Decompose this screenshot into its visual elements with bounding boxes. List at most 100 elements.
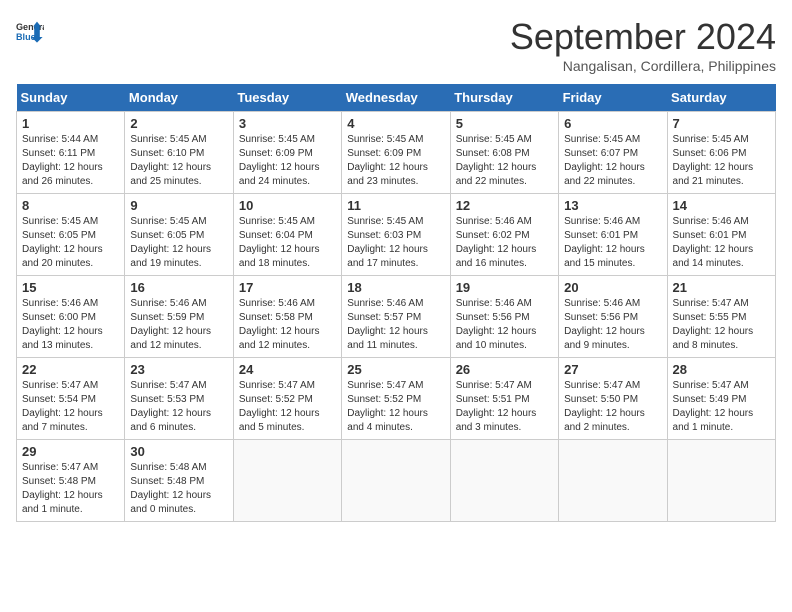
calendar-cell: 21 Sunrise: 5:47 AM Sunset: 5:55 PM Dayli…	[667, 276, 775, 358]
day-info: Sunrise: 5:47 AM Sunset: 5:52 PM Dayligh…	[347, 379, 444, 435]
day-number: 18	[347, 280, 444, 295]
calendar-cell: 16 Sunrise: 5:46 AM Sunset: 5:59 PM Dayli…	[125, 276, 233, 358]
day-info: Sunrise: 5:45 AM Sunset: 6:09 PM Dayligh…	[347, 133, 444, 189]
calendar-cell: 30Sunrise: 5:48 AM Sunset: 5:48 PM Dayli…	[125, 440, 233, 522]
calendar-cell	[233, 440, 341, 522]
calendar-cell: 2Sunrise: 5:45 AM Sunset: 6:10 PM Daylig…	[125, 112, 233, 194]
day-number: 23	[130, 362, 227, 377]
day-info: Sunrise: 5:46 AM Sunset: 6:02 PM Dayligh…	[456, 215, 553, 271]
day-number: 19	[456, 280, 553, 295]
day-number: 3	[239, 116, 336, 131]
calendar-cell: 28Sunrise: 5:47 AM Sunset: 5:49 PM Dayli…	[667, 358, 775, 440]
day-number: 14	[673, 198, 770, 213]
day-number: 10	[239, 198, 336, 213]
day-info: Sunrise: 5:46 AM Sunset: 6:01 PM Dayligh…	[564, 215, 661, 271]
day-number: 7	[673, 116, 770, 131]
day-info: Sunrise: 5:45 AM Sunset: 6:06 PM Dayligh…	[673, 133, 770, 189]
calendar-cell	[342, 440, 450, 522]
day-number: 13	[564, 198, 661, 213]
calendar-week-1: 1 Sunrise: 5:44 AM Sunset: 6:11 PM Daylig…	[17, 112, 776, 194]
day-info: Sunrise: 5:45 AM Sunset: 6:04 PM Dayligh…	[239, 215, 336, 271]
calendar-cell: 3 Sunrise: 5:45 AM Sunset: 6:09 PM Daylig…	[233, 112, 341, 194]
calendar-cell: 19 Sunrise: 5:46 AM Sunset: 5:56 PM Dayli…	[450, 276, 558, 358]
day-number: 12	[456, 198, 553, 213]
calendar-cell: 23 Sunrise: 5:47 AM Sunset: 5:53 PM Dayli…	[125, 358, 233, 440]
calendar-cell	[559, 440, 667, 522]
weekday-header-monday: Monday	[125, 84, 233, 112]
day-info: Sunrise: 5:47 AM Sunset: 5:52 PM Dayligh…	[239, 379, 336, 435]
calendar-cell: 29Sunrise: 5:47 AM Sunset: 5:48 PM Dayli…	[17, 440, 125, 522]
calendar-cell: 18 Sunrise: 5:46 AM Sunset: 5:57 PM Dayli…	[342, 276, 450, 358]
day-info: Sunrise: 5:46 AM Sunset: 5:56 PM Dayligh…	[456, 297, 553, 353]
page-header: General Blue September 2024 Nangalisan, …	[16, 16, 776, 74]
month-title: September 2024	[510, 16, 776, 58]
day-info: Sunrise: 5:45 AM Sunset: 6:05 PM Dayligh…	[22, 215, 119, 271]
calendar-cell: 17 Sunrise: 5:46 AM Sunset: 5:58 PM Dayli…	[233, 276, 341, 358]
day-info: Sunrise: 5:45 AM Sunset: 6:08 PM Dayligh…	[456, 133, 553, 189]
day-number: 22	[22, 362, 119, 377]
day-info: Sunrise: 5:47 AM Sunset: 5:49 PM Dayligh…	[673, 379, 770, 435]
day-info: Sunrise: 5:47 AM Sunset: 5:50 PM Dayligh…	[564, 379, 661, 435]
calendar-table: SundayMondayTuesdayWednesdayThursdayFrid…	[16, 84, 776, 522]
calendar-cell	[667, 440, 775, 522]
day-info: Sunrise: 5:47 AM Sunset: 5:51 PM Dayligh…	[456, 379, 553, 435]
day-number: 27	[564, 362, 661, 377]
day-number: 26	[456, 362, 553, 377]
day-info: Sunrise: 5:46 AM Sunset: 5:59 PM Dayligh…	[130, 297, 227, 353]
calendar-cell: 7 Sunrise: 5:45 AM Sunset: 6:06 PM Daylig…	[667, 112, 775, 194]
calendar-cell: 15 Sunrise: 5:46 AM Sunset: 6:00 PM Dayli…	[17, 276, 125, 358]
calendar-cell: 9 Sunrise: 5:45 AM Sunset: 6:05 PM Daylig…	[125, 194, 233, 276]
weekday-header-tuesday: Tuesday	[233, 84, 341, 112]
day-info: Sunrise: 5:45 AM Sunset: 6:05 PM Dayligh…	[130, 215, 227, 271]
calendar-cell: 1 Sunrise: 5:44 AM Sunset: 6:11 PM Daylig…	[17, 112, 125, 194]
weekday-header-saturday: Saturday	[667, 84, 775, 112]
day-info: Sunrise: 5:46 AM Sunset: 6:00 PM Dayligh…	[22, 297, 119, 353]
weekday-header-sunday: Sunday	[17, 84, 125, 112]
day-info: Sunrise: 5:45 AM Sunset: 6:07 PM Dayligh…	[564, 133, 661, 189]
calendar-cell: 12 Sunrise: 5:46 AM Sunset: 6:02 PM Dayli…	[450, 194, 558, 276]
title-block: September 2024 Nangalisan, Cordillera, P…	[510, 16, 776, 74]
calendar-cell: 6Sunrise: 5:45 AM Sunset: 6:07 PM Daylig…	[559, 112, 667, 194]
calendar-cell: 13 Sunrise: 5:46 AM Sunset: 6:01 PM Dayli…	[559, 194, 667, 276]
logo-icon: General Blue	[16, 16, 44, 44]
day-number: 17	[239, 280, 336, 295]
day-number: 21	[673, 280, 770, 295]
calendar-cell: 25 Sunrise: 5:47 AM Sunset: 5:52 PM Dayli…	[342, 358, 450, 440]
logo: General Blue	[16, 16, 44, 44]
calendar-cell	[450, 440, 558, 522]
calendar-cell: 22Sunrise: 5:47 AM Sunset: 5:54 PM Dayli…	[17, 358, 125, 440]
day-info: Sunrise: 5:47 AM Sunset: 5:53 PM Dayligh…	[130, 379, 227, 435]
day-number: 5	[456, 116, 553, 131]
weekday-header-thursday: Thursday	[450, 84, 558, 112]
calendar-cell: 26 Sunrise: 5:47 AM Sunset: 5:51 PM Dayli…	[450, 358, 558, 440]
calendar-body: 1 Sunrise: 5:44 AM Sunset: 6:11 PM Daylig…	[17, 112, 776, 522]
calendar-week-4: 22Sunrise: 5:47 AM Sunset: 5:54 PM Dayli…	[17, 358, 776, 440]
calendar-week-2: 8 Sunrise: 5:45 AM Sunset: 6:05 PM Daylig…	[17, 194, 776, 276]
calendar-week-3: 15 Sunrise: 5:46 AM Sunset: 6:00 PM Dayli…	[17, 276, 776, 358]
day-info: Sunrise: 5:46 AM Sunset: 5:57 PM Dayligh…	[347, 297, 444, 353]
svg-text:Blue: Blue	[16, 32, 36, 42]
day-info: Sunrise: 5:45 AM Sunset: 6:09 PM Dayligh…	[239, 133, 336, 189]
calendar-cell: 24 Sunrise: 5:47 AM Sunset: 5:52 PM Dayli…	[233, 358, 341, 440]
calendar-cell: 10 Sunrise: 5:45 AM Sunset: 6:04 PM Dayli…	[233, 194, 341, 276]
day-info: Sunrise: 5:45 AM Sunset: 6:10 PM Dayligh…	[130, 133, 227, 189]
day-number: 24	[239, 362, 336, 377]
day-number: 16	[130, 280, 227, 295]
day-info: Sunrise: 5:44 AM Sunset: 6:11 PM Dayligh…	[22, 133, 119, 189]
day-number: 8	[22, 198, 119, 213]
weekday-header-friday: Friday	[559, 84, 667, 112]
calendar-cell: 20Sunrise: 5:46 AM Sunset: 5:56 PM Dayli…	[559, 276, 667, 358]
day-number: 30	[130, 444, 227, 459]
day-info: Sunrise: 5:47 AM Sunset: 5:55 PM Dayligh…	[673, 297, 770, 353]
day-info: Sunrise: 5:45 AM Sunset: 6:03 PM Dayligh…	[347, 215, 444, 271]
day-number: 9	[130, 198, 227, 213]
day-info: Sunrise: 5:46 AM Sunset: 5:58 PM Dayligh…	[239, 297, 336, 353]
day-number: 15	[22, 280, 119, 295]
day-number: 11	[347, 198, 444, 213]
day-number: 25	[347, 362, 444, 377]
day-info: Sunrise: 5:46 AM Sunset: 6:01 PM Dayligh…	[673, 215, 770, 271]
day-info: Sunrise: 5:47 AM Sunset: 5:48 PM Dayligh…	[22, 461, 119, 517]
calendar-cell: 4Sunrise: 5:45 AM Sunset: 6:09 PM Daylig…	[342, 112, 450, 194]
calendar-cell: 8 Sunrise: 5:45 AM Sunset: 6:05 PM Daylig…	[17, 194, 125, 276]
day-number: 1	[22, 116, 119, 131]
